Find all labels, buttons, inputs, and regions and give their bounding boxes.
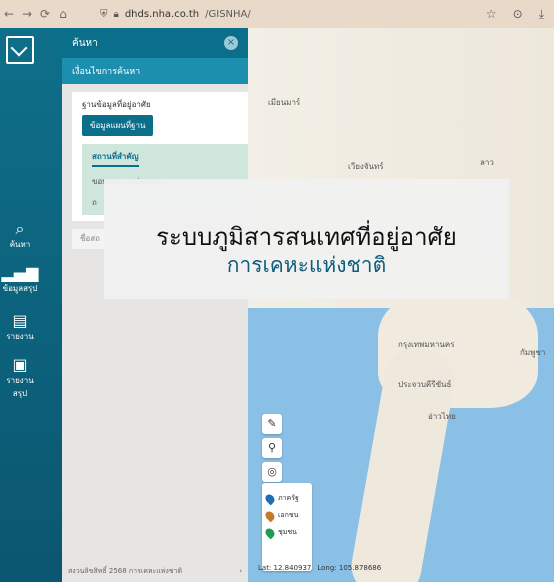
rail-item-search[interactable]: ⌕ ค้นหา xyxy=(0,220,40,251)
map-label: ประจวบคีรีขันธ์ xyxy=(398,380,452,389)
legend-item: ภาครัฐ xyxy=(263,492,308,505)
map-legend: ภาครัฐ เอกชน ชุมชน xyxy=(262,483,312,571)
panel-header: ค้นหา × xyxy=(62,28,248,58)
rail-item-label: รายงานสรุป xyxy=(6,376,34,398)
map-label: กัมพูชา xyxy=(520,348,546,357)
layer-group-label[interactable]: ฐานข้อมูลที่อยู่อาศัย xyxy=(82,98,258,111)
lat-value: Lat: 12.840937 xyxy=(258,564,312,572)
chevron-right-icon[interactable]: › xyxy=(239,567,242,575)
legend-item: ชุมชน xyxy=(263,526,308,539)
map-label: เมียนมาร์ xyxy=(268,98,301,107)
place-search-placeholder: ชื่อสถ xyxy=(80,234,100,243)
panel-footer: สงวนลิขสิทธิ์ 2568 การเคหะแห่งชาติ › xyxy=(62,560,248,582)
url-path: /GISNHA/ xyxy=(205,8,251,20)
overlay-subtitle: การเคหะแห่งชาติ xyxy=(226,253,387,277)
legend-item: เอกชน xyxy=(263,509,308,522)
map-view[interactable]: เมียนมาร์ เวียงจันทร์ ลาว กัมพูชา อ่าวไท… xyxy=(248,28,554,582)
summary-report-icon: ▣ xyxy=(12,355,28,374)
forward-icon[interactable]: → xyxy=(18,7,36,21)
bar-chart-icon: ▂▄▆ xyxy=(1,263,39,282)
sublist-item-active[interactable]: สถานที่สำคัญ xyxy=(92,150,139,167)
pin-icon xyxy=(263,526,277,539)
long-value: Long: 105.878686 xyxy=(317,564,382,572)
legend-label: ภาครัฐ xyxy=(278,494,299,502)
rail-item-report[interactable]: ▤ รายงาน xyxy=(0,312,40,343)
app-logo-icon xyxy=(6,36,34,64)
pin-icon xyxy=(263,492,277,505)
search-panel: ค้นหา × เงื่อนไขการค้นหา ฐานข้อมูลที่อยู… xyxy=(62,28,258,582)
legend-label: ชุมชน xyxy=(278,528,297,536)
footer-text: สงวนลิขสิทธิ์ 2568 การเคหะแห่งชาติ xyxy=(68,566,183,575)
pin-icon[interactable]: ⚲ xyxy=(262,438,282,458)
panel-subheader: เงื่อนไขการค้นหา xyxy=(62,58,248,84)
map-label: กรุงเทพมหานคร xyxy=(398,340,455,349)
left-rail: ⌕ ค้นหา ▂▄▆ ข้อมูลสรุป ▤ รายงาน ▣ รายงาน… xyxy=(0,28,62,582)
url-host: dhds.nha.co.th xyxy=(124,8,200,20)
home-icon[interactable]: ⌂ xyxy=(54,7,72,21)
browser-toolbar: ← → ⟳ ⌂ ⛨ 🔒︎ dhds.nha.co.th/GISNHA/ ☆ ⊙ … xyxy=(0,0,554,28)
reload-icon[interactable]: ⟳ xyxy=(36,7,54,21)
pocket-icon[interactable]: ⊙ xyxy=(513,7,523,22)
rail-item-label: รายงาน xyxy=(6,332,34,341)
bookmark-star-icon[interactable]: ☆ xyxy=(486,7,497,22)
search-icon: ⌕ xyxy=(15,219,25,238)
rail-item-summary-report[interactable]: ▣ รายงานสรุป xyxy=(0,356,40,400)
locate-icon[interactable]: ◎ xyxy=(262,462,282,482)
basemap-chip[interactable]: ข้อมูลแผนที่ฐาน xyxy=(82,115,154,136)
legend-label: เอกชน xyxy=(278,511,299,519)
draw-icon[interactable]: ✎ xyxy=(262,414,282,434)
rail-item-label: ข้อมูลสรุป xyxy=(2,284,38,293)
panel-subheader-label: เงื่อนไขการค้นหา xyxy=(72,67,141,77)
lock-icon: 🔒︎ xyxy=(113,8,119,20)
panel-title: ค้นหา xyxy=(72,37,98,49)
map-label: เวียงจันทร์ xyxy=(348,162,384,171)
rail-item-label: ค้นหา xyxy=(9,240,31,249)
download-icon[interactable]: ⤓ xyxy=(539,7,544,22)
map-label: อ่าวไทย xyxy=(428,412,456,421)
close-icon[interactable]: × xyxy=(224,36,238,50)
address-bar[interactable]: ⛨ 🔒︎ dhds.nha.co.th/GISNHA/ xyxy=(100,9,251,20)
back-icon[interactable]: ← xyxy=(0,7,18,21)
rail-item-summary[interactable]: ▂▄▆ ข้อมูลสรุป xyxy=(0,264,40,295)
coordinate-readout: Lat: 12.840937 Long: 105.878686 xyxy=(258,564,381,572)
title-overlay: ระบบภูมิสารสนเทศที่อยู่อาศัย การเคหะแห่ง… xyxy=(104,179,509,299)
shield-icon: ⛨ xyxy=(100,8,108,20)
map-label: ลาว xyxy=(480,158,494,167)
pin-icon xyxy=(263,509,277,522)
report-icon: ▤ xyxy=(12,311,28,330)
